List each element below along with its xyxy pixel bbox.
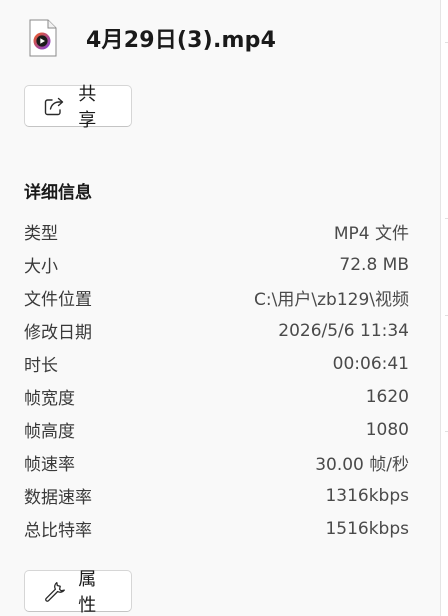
details-heading: 详细信息: [24, 183, 92, 203]
detail-row: 帧高度 1080: [24, 413, 409, 446]
detail-value: C:\用户\zb129\视频: [254, 290, 409, 310]
video-file-icon: [24, 18, 60, 58]
detail-row: 帧宽度 1620: [24, 380, 409, 413]
share-label: 共享: [78, 84, 97, 131]
share-button[interactable]: 共享: [24, 84, 132, 131]
detail-label: 修改日期: [24, 323, 92, 343]
detail-row: 类型 MP4 文件: [24, 215, 409, 248]
detail-row: 总比特率 1516kbps: [24, 512, 409, 545]
share-icon: [42, 94, 65, 118]
details-list: 类型 MP4 文件大小 72.8 MB 文件位置 C:\用户\zb129\视频修改日期 2…: [24, 215, 409, 545]
file-header: 4月29日(3).mp4: [24, 18, 276, 58]
detail-label: 类型: [24, 224, 58, 244]
details-pane: 4月29日(3).mp4 共享 详细信息 类型 MP4 文件大小 72.8 MB 文件…: [0, 0, 440, 616]
detail-value: 1316kbps: [325, 485, 409, 506]
detail-label: 数据速率: [24, 488, 92, 508]
detail-value: 72.8 MB: [339, 254, 409, 275]
properties-button[interactable]: 属性: [24, 569, 132, 616]
detail-value: 1620: [365, 386, 409, 407]
detail-value: MP4 文件: [333, 224, 409, 244]
detail-row: 数据速率 1316kbps: [24, 479, 409, 512]
detail-row: 帧速率 30.00 帧/秒: [24, 446, 409, 479]
detail-row: 时长 00:06:41: [24, 347, 409, 380]
detail-row: 修改日期 2026/5/6 11:34: [24, 314, 409, 347]
file-title: 4月29日(3).mp4: [86, 28, 277, 53]
detail-label: 帧宽度: [24, 389, 75, 409]
wrench-icon: [42, 579, 65, 603]
detail-value: 1516kbps: [325, 518, 409, 539]
detail-label: 大小: [24, 257, 58, 277]
detail-label: 时长: [24, 356, 58, 376]
detail-row: 大小 72.8 MB: [24, 248, 409, 281]
adjacent-pane-edge: [440, 0, 448, 616]
detail-value: 00:06:41: [332, 353, 409, 374]
properties-label: 属性: [78, 569, 97, 616]
detail-value: 2026/5/6 11:34: [278, 320, 409, 341]
detail-value: 30.00 帧/秒: [315, 455, 409, 475]
detail-value: 1080: [365, 419, 409, 440]
detail-label: 帧高度: [24, 422, 75, 442]
detail-label: 总比特率: [24, 521, 92, 541]
detail-row: 文件位置 C:\用户\zb129\视频: [24, 281, 409, 314]
detail-label: 文件位置: [24, 290, 92, 310]
detail-label: 帧速率: [24, 455, 75, 475]
